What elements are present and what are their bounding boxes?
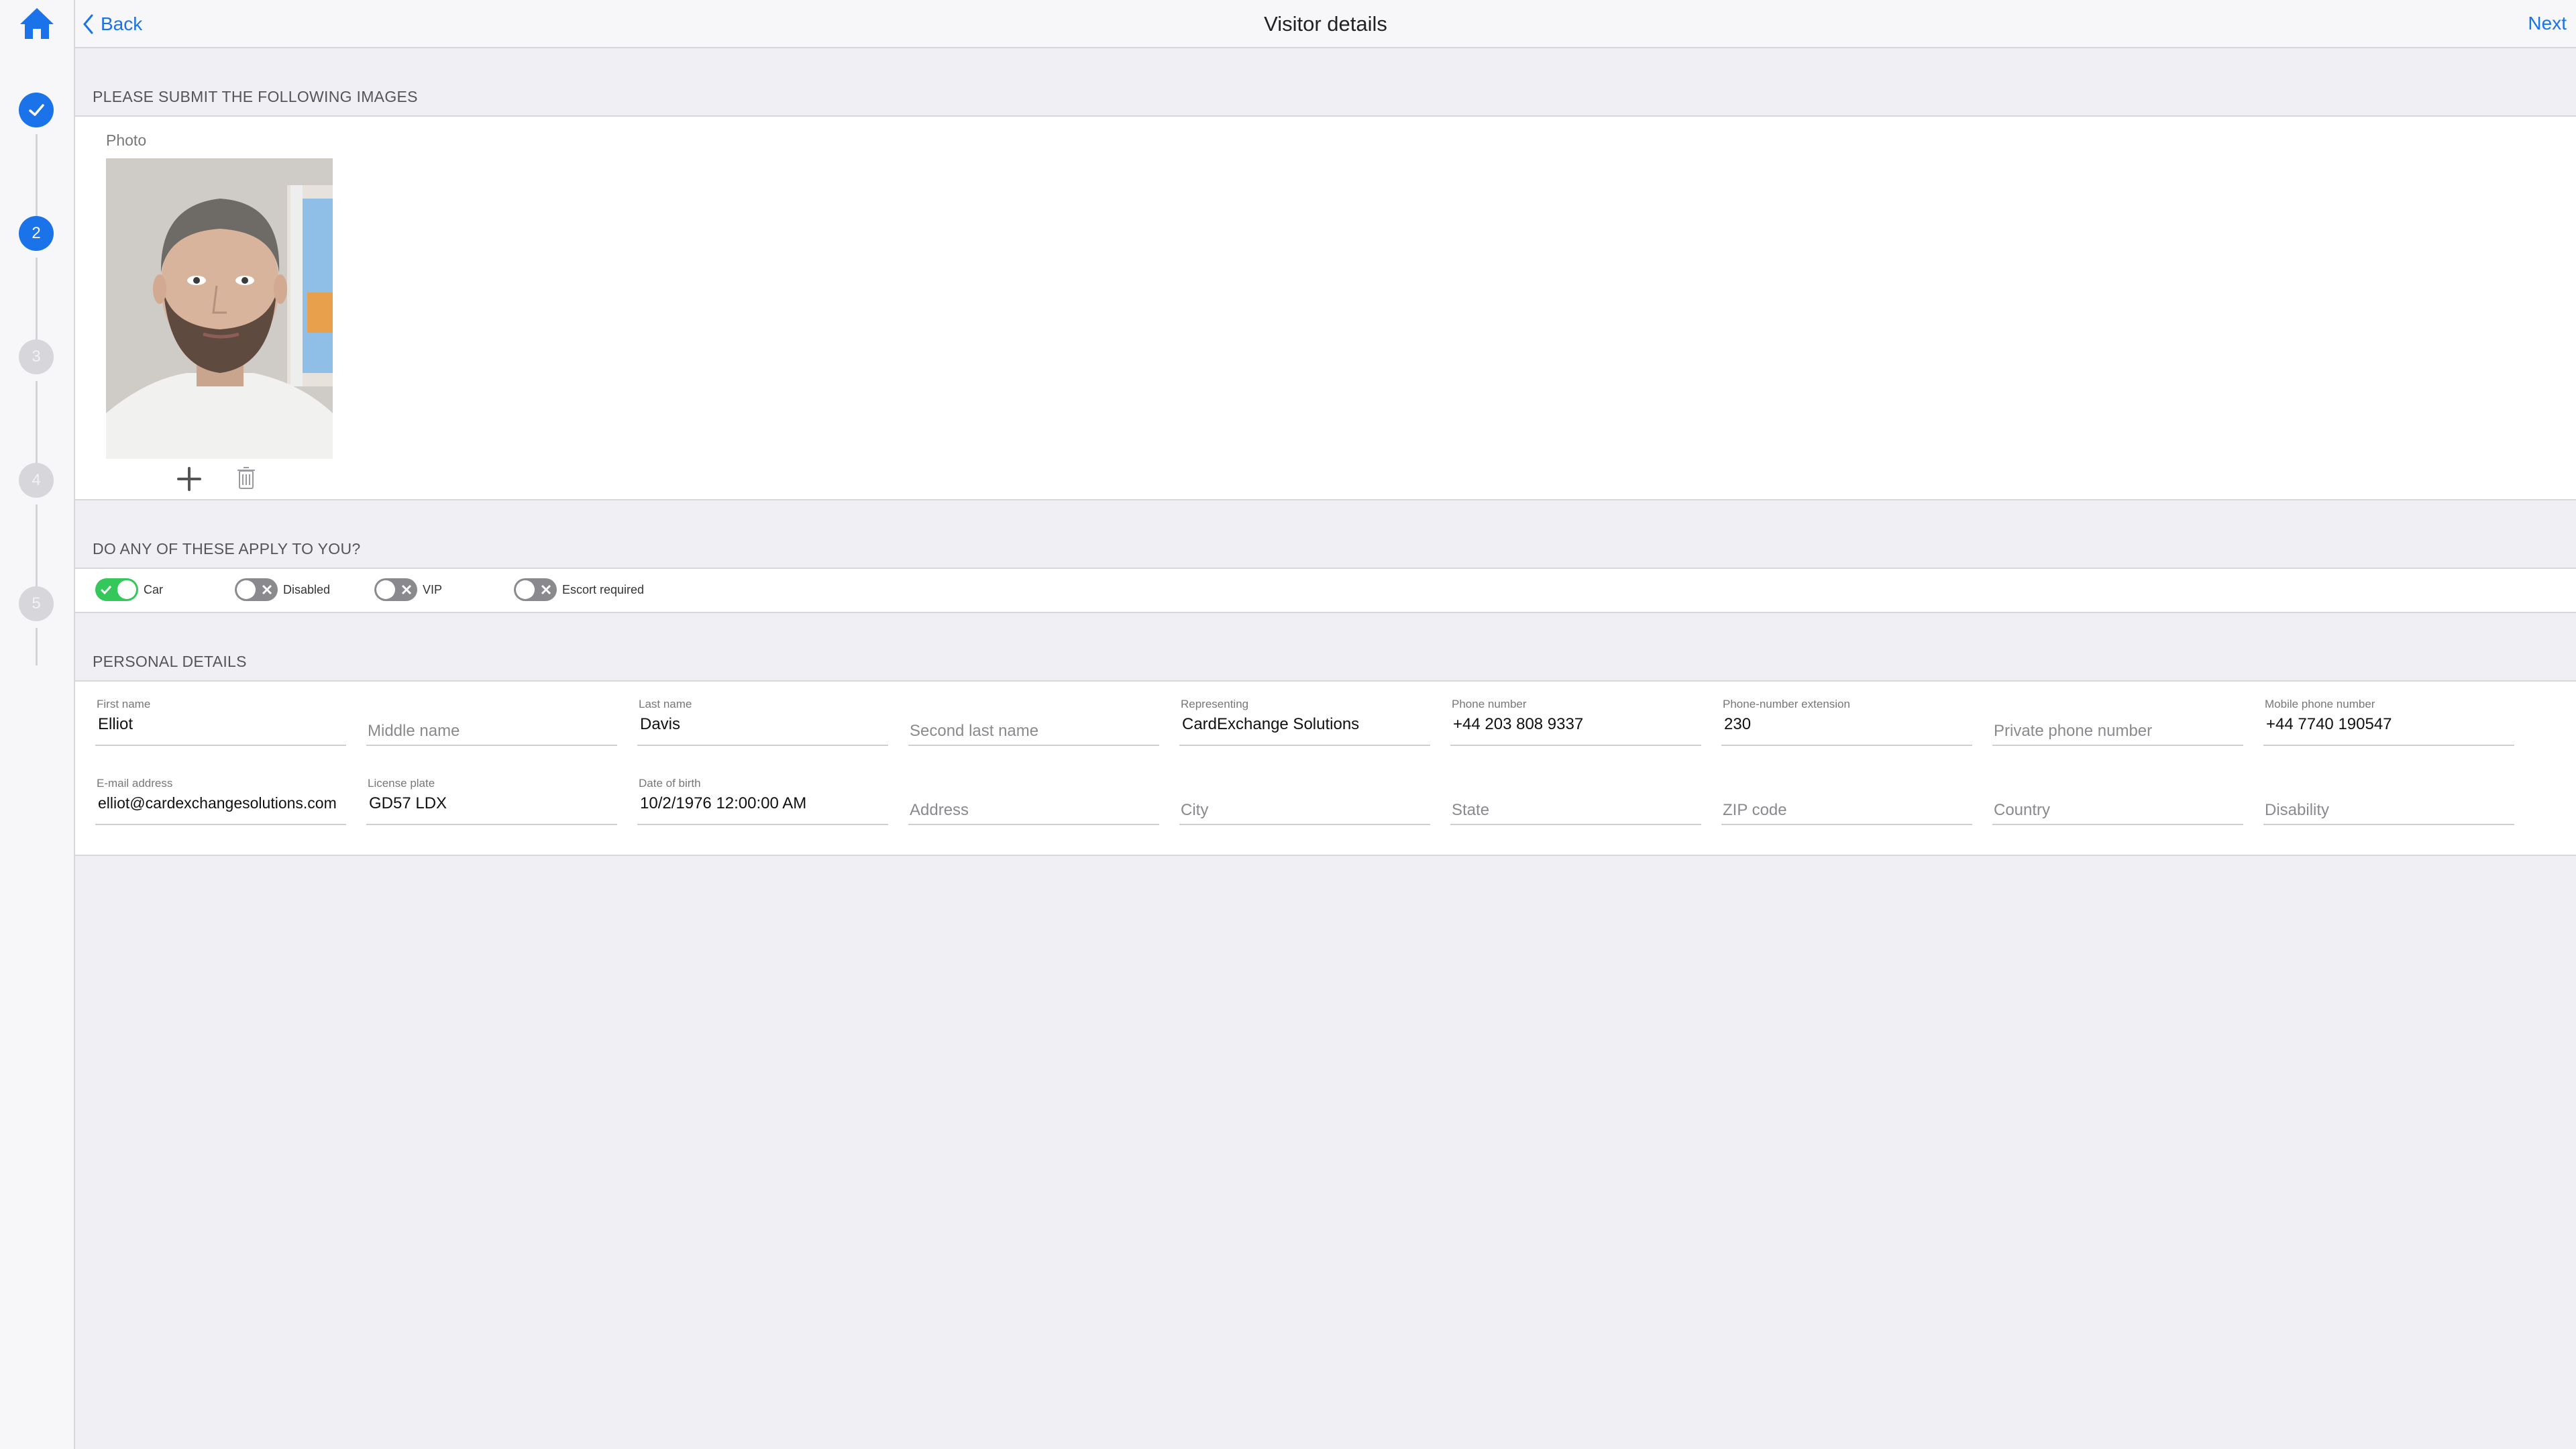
page-title: Visitor details [1264,12,1387,36]
first-name-field[interactable]: First name Elliot [95,698,346,746]
field-value: Davis [640,715,681,733]
next-button[interactable]: Next [2528,13,2567,34]
field-value: Elliot [98,715,133,733]
close-icon [262,584,272,595]
checkmark-icon [29,104,44,116]
field-label: Phone number [1452,698,1527,710]
second-last-name-field[interactable]: Second last name [908,698,1159,746]
images-panel: Photo [75,115,2576,500]
field-label: Last name [639,698,692,710]
section-title: PERSONAL DETAILS [93,653,247,670]
toggle-switch[interactable] [95,578,138,601]
apply-section-header: DO ANY OF THESE APPLY TO YOU? [75,500,2576,568]
field-placeholder: ZIP code [1723,801,1787,819]
toggle-car[interactable]: Car [95,578,163,601]
field-placeholder: State [1452,801,1490,819]
personal-section-header: PERSONAL DETAILS [75,613,2576,680]
field-label: License plate [368,777,435,790]
step-1-complete[interactable] [19,93,54,127]
personal-details-panel: First name Elliot Middle name Last name … [75,680,2576,856]
address-field[interactable]: Address [908,777,1159,825]
navigation-bar: Back Visitor details Next [75,0,2576,48]
toggle-switch[interactable] [374,578,417,601]
trash-icon[interactable] [236,466,256,490]
field-placeholder: Country [1994,801,2051,819]
city-field[interactable]: City [1179,777,1430,825]
field-label: Mobile phone number [2265,698,2375,710]
step-connector [36,134,38,219]
apply-panel: Car Disabled VIP Escort required [75,568,2576,613]
zip-code-field[interactable]: ZIP code [1721,777,1972,825]
field-label: First name [97,698,151,710]
field-value: elliot@cardexchangesolutions.com [98,794,337,812]
field-label: Phone-number extension [1723,698,1850,710]
representing-field[interactable]: Representing CardExchange Solutions [1179,698,1430,746]
mobile-phone-field[interactable]: Mobile phone number +44 7740 190547 [2263,698,2514,746]
phone-extension-field[interactable]: Phone-number extension 230 [1721,698,1972,746]
close-icon [541,584,551,595]
checkmark-icon [100,585,112,595]
field-label: Representing [1181,698,1249,710]
toggle-vip[interactable]: VIP [374,578,442,601]
middle-name-field[interactable]: Middle name [366,698,617,746]
toggle-label: Escort required [562,582,645,596]
field-label: E-mail address [97,777,173,790]
field-placeholder: City [1181,801,1209,819]
toggle-switch[interactable] [235,578,278,601]
main-content: PLEASE SUBMIT THE FOLLOWING IMAGES Photo [75,48,2576,856]
field-value: +44 7740 190547 [2266,715,2392,733]
step-connector [36,628,38,665]
license-plate-field[interactable]: License plate GD57 LDX [366,777,617,825]
photo-label: Photo [106,131,147,149]
section-title: DO ANY OF THESE APPLY TO YOU? [93,540,361,557]
field-placeholder: Private phone number [1994,722,2153,740]
step-connector [36,504,38,589]
field-placeholder: Middle name [368,722,460,740]
field-value: 230 [1724,715,1752,733]
step-2[interactable]: 2 [19,216,54,251]
phone-number-field[interactable]: Phone number +44 203 808 9337 [1450,698,1701,746]
section-title: PLEASE SUBMIT THE FOLLOWING IMAGES [93,88,418,105]
step-3[interactable]: 3 [19,339,54,374]
field-value: +44 203 808 9337 [1453,715,1584,733]
visitor-photo[interactable] [106,158,333,459]
field-value: 10/2/1976 12:00:00 AM [640,794,807,812]
private-phone-field[interactable]: Private phone number [1992,698,2243,746]
portrait-image [106,158,333,459]
step-4[interactable]: 4 [19,463,54,498]
field-placeholder: Second last name [910,722,1039,740]
toggle-label: VIP [423,582,443,596]
field-value: GD57 LDX [369,794,447,812]
add-photo-icon[interactable] [176,466,203,492]
home-icon[interactable] [17,5,56,42]
country-field[interactable]: Country [1992,777,2243,825]
disability-field[interactable]: Disability [2263,777,2514,825]
field-placeholder: Address [910,801,969,819]
toggle-escort-required[interactable]: Escort required [514,578,644,601]
toggle-switch[interactable] [514,578,557,601]
last-name-field[interactable]: Last name Davis [637,698,888,746]
field-value: CardExchange Solutions [1182,715,1360,733]
toggle-label: Disabled [283,582,331,596]
date-of-birth-field[interactable]: Date of birth 10/2/1976 12:00:00 AM [637,777,888,825]
field-label: Date of birth [639,777,701,790]
state-field[interactable]: State [1450,777,1701,825]
toggle-label: Car [144,582,164,596]
step-5[interactable]: 5 [19,586,54,621]
step-connector [36,258,38,342]
field-placeholder: Disability [2265,801,2330,819]
step-connector [36,381,38,466]
email-field[interactable]: E-mail address elliot@cardexchangesoluti… [95,777,346,825]
step-sidebar: 2 3 4 5 [0,0,75,1449]
close-icon [401,584,412,595]
toggle-disabled[interactable]: Disabled [235,578,330,601]
images-section-header: PLEASE SUBMIT THE FOLLOWING IMAGES [75,48,2576,115]
